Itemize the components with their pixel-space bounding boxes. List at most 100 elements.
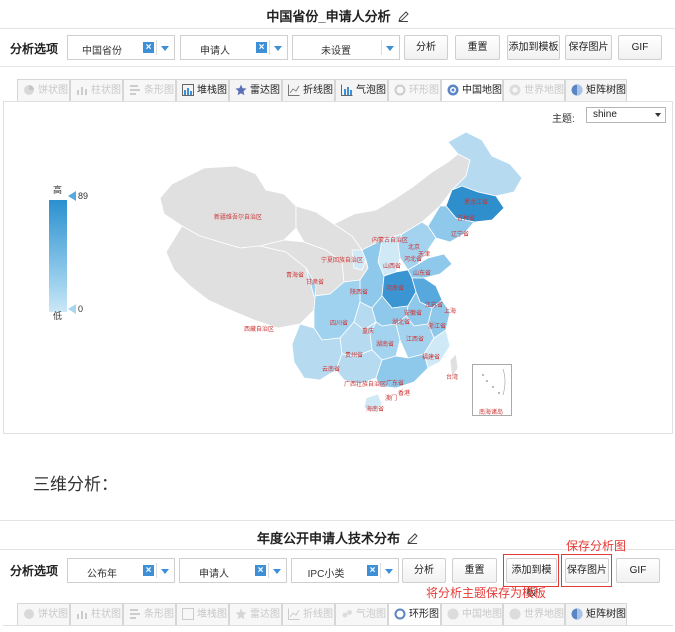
gif-button[interactable]: GIF xyxy=(616,558,660,583)
radar-icon xyxy=(235,608,247,620)
province-label: 宁夏回族自治区 xyxy=(321,258,364,264)
visual-map-bar[interactable] xyxy=(49,200,67,312)
tab-pie[interactable]: 饼状图 xyxy=(17,79,70,101)
select-value: 申请人 xyxy=(200,46,230,57)
panel-title-bar: 中国省份_申请人分析 xyxy=(0,0,675,29)
divider xyxy=(268,563,269,578)
save-image-button[interactable]: 保存图片 xyxy=(565,35,612,60)
tab-ring[interactable]: 环形图 xyxy=(388,79,441,101)
tab-china-map[interactable]: 中国地图 xyxy=(441,79,503,101)
line-icon xyxy=(288,84,300,96)
clear-icon[interactable]: × xyxy=(143,565,154,576)
tab-treemap[interactable]: 矩阵树图 xyxy=(565,603,627,625)
analyze-button[interactable]: 分析 xyxy=(404,35,448,60)
province-label: 广东省 xyxy=(386,381,405,387)
tab-label: 中国地图 xyxy=(462,609,502,620)
tab-label: 矩阵树图 xyxy=(586,85,626,96)
tab-hbar[interactable]: 条形图 xyxy=(123,79,176,101)
reset-button[interactable]: 重置 xyxy=(455,35,500,60)
chart-area xyxy=(3,625,673,632)
tab-stack[interactable]: 堆栈图 xyxy=(176,603,229,625)
chevron-down-icon[interactable] xyxy=(385,569,393,574)
tab-line[interactable]: 折线图 xyxy=(282,79,335,101)
tab-world-map[interactable]: 世界地图 xyxy=(503,79,565,101)
dimension-select-1[interactable]: 中国省份 × xyxy=(67,35,175,60)
dimension-select-2[interactable]: 申请人 × xyxy=(179,558,287,583)
edit-title-icon[interactable] xyxy=(407,533,418,547)
tab-hbar[interactable]: 条形图 xyxy=(123,603,176,625)
tab-line[interactable]: 折线图 xyxy=(282,603,335,625)
tab-radar[interactable]: 雷达图 xyxy=(229,603,282,625)
province-label: 广西壮族自治区 xyxy=(344,382,387,388)
province-label: 西藏自治区 xyxy=(244,327,275,333)
tab-ring[interactable]: 环形图 xyxy=(388,603,441,625)
legend-low-label: 低 xyxy=(53,311,63,321)
reset-button[interactable]: 重置 xyxy=(452,558,497,583)
analyze-button[interactable]: 分析 xyxy=(402,558,446,583)
tab-label: 条形图 xyxy=(144,85,174,96)
tab-label: 世界地图 xyxy=(524,85,564,96)
clear-icon[interactable]: × xyxy=(143,42,154,53)
tab-label: 矩阵树图 xyxy=(586,609,626,620)
tab-label: 雷达图 xyxy=(250,85,280,96)
dimension-select-3[interactable]: 未设置 xyxy=(292,35,400,60)
province-label: 湖北省 xyxy=(392,320,411,326)
tab-china-map[interactable]: 中国地图 xyxy=(441,603,503,625)
province-label: 新疆维吾尔自治区 xyxy=(214,215,263,221)
divider xyxy=(269,40,270,55)
analysis-panel-province: 中国省份_申请人分析 分析选项 中国省份 × 申请人 × 未设置 分析 重置 添… xyxy=(0,0,675,434)
dimension-select-1[interactable]: 公布年 × xyxy=(67,558,175,583)
province-label: 云南省 xyxy=(322,367,341,373)
legend-max-handle-icon[interactable] xyxy=(68,191,76,201)
analysis-options-row: 分析选项 公布年 × 申请人 × IPC小类 × 分析 重置 添加到模板 保存图… xyxy=(0,550,675,599)
section-caption: 三维分析： xyxy=(33,475,118,494)
divider xyxy=(156,40,157,55)
tab-label: 柱状图 xyxy=(91,85,121,96)
chevron-down-icon[interactable] xyxy=(274,46,282,51)
province-label: 青海省 xyxy=(286,273,305,279)
tab-treemap[interactable]: 矩阵树图 xyxy=(565,79,627,101)
clear-icon[interactable]: × xyxy=(255,565,266,576)
tab-label: 柱状图 xyxy=(91,609,121,620)
treemap-icon xyxy=(571,608,583,620)
tab-stack[interactable]: 堆栈图 xyxy=(176,79,229,101)
tab-label: 饼状图 xyxy=(38,609,68,620)
add-to-template-button[interactable]: 添加到模板 xyxy=(507,35,560,60)
chevron-down-icon[interactable] xyxy=(161,569,169,574)
stack-icon xyxy=(182,608,194,620)
divider xyxy=(156,563,157,578)
tab-radar[interactable]: 雷达图 xyxy=(229,79,282,101)
gif-button[interactable]: GIF xyxy=(618,35,662,60)
province-label: 上海 xyxy=(444,309,457,315)
options-label: 分析选项 xyxy=(10,42,59,56)
chevron-down-icon[interactable] xyxy=(161,46,169,51)
dimension-select-3[interactable]: IPC小类 × xyxy=(291,558,399,583)
province-label: 陕西省 xyxy=(350,290,369,296)
edit-title-icon[interactable] xyxy=(397,11,409,25)
treemap-icon xyxy=(571,84,583,96)
tab-label: 条形图 xyxy=(144,609,174,620)
china-map-icon xyxy=(447,84,459,96)
chevron-down-icon[interactable] xyxy=(386,46,394,51)
highlight-save-image xyxy=(561,554,612,587)
legend-min-handle-icon[interactable] xyxy=(68,304,76,314)
tab-label: 环形图 xyxy=(409,609,439,620)
province-label: 香港 xyxy=(398,391,411,397)
clear-icon[interactable]: × xyxy=(367,565,378,576)
chevron-down-icon[interactable] xyxy=(273,569,281,574)
tab-world-map[interactable]: 世界地图 xyxy=(503,603,565,625)
clear-icon[interactable]: × xyxy=(256,42,267,53)
tab-bar[interactable]: 柱状图 xyxy=(70,603,123,625)
dimension-select-2[interactable]: 申请人 × xyxy=(180,35,288,60)
tab-pie[interactable]: 饼状图 xyxy=(17,603,70,625)
tab-label: 气泡图 xyxy=(356,609,386,620)
annotation-save-image: 保存分析图 xyxy=(566,539,627,553)
analysis-options-row: 分析选项 中国省份 × 申请人 × 未设置 分析 重置 添加到模板 保存图片 G… xyxy=(0,29,675,67)
province-label: 福建省 xyxy=(422,355,441,361)
province-label: 甘肃省 xyxy=(306,280,325,286)
tab-bubble[interactable]: 气泡图 xyxy=(335,603,388,625)
province-label: 台湾 xyxy=(446,375,459,381)
tab-bar[interactable]: 柱状图 xyxy=(70,79,123,101)
tab-bubble[interactable]: 气泡图 xyxy=(335,79,388,101)
select-value: IPC小类 xyxy=(307,569,345,580)
